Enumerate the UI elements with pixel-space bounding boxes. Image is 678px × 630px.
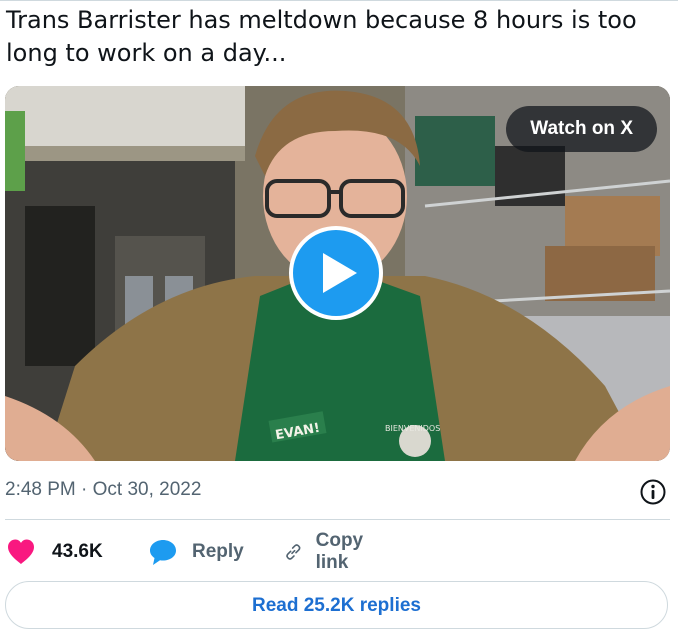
watch-on-x-button[interactable]: Watch on X — [506, 106, 657, 152]
copy-link-button[interactable]: Copy link — [284, 530, 373, 573]
section-divider — [5, 519, 670, 520]
heart-icon — [8, 539, 34, 564]
reply-label: Reply — [192, 541, 244, 562]
video-media[interactable]: EVAN! BIENVENIDOS Watch on X — [5, 86, 670, 461]
read-replies-button[interactable]: Read 25.2K replies — [5, 581, 668, 629]
like-button[interactable]: 43.6K — [6, 537, 103, 567]
play-icon — [323, 253, 357, 293]
top-divider — [0, 0, 678, 1]
info-icon[interactable] — [639, 478, 667, 506]
tweet-text: Trans Barrister has meltdown because 8 h… — [6, 6, 637, 67]
link-icon — [286, 544, 301, 560]
reply-button[interactable]: Reply — [148, 537, 244, 567]
tweet-timestamp[interactable]: 2:48 PM · Oct 30, 2022 — [5, 479, 201, 501]
play-button[interactable] — [289, 226, 383, 320]
reply-bubble-icon — [150, 540, 176, 565]
copy-link-label: Copy link — [315, 530, 364, 573]
like-count: 43.6K — [52, 541, 103, 562]
apron-badge: BIENVENIDOS — [385, 424, 440, 433]
